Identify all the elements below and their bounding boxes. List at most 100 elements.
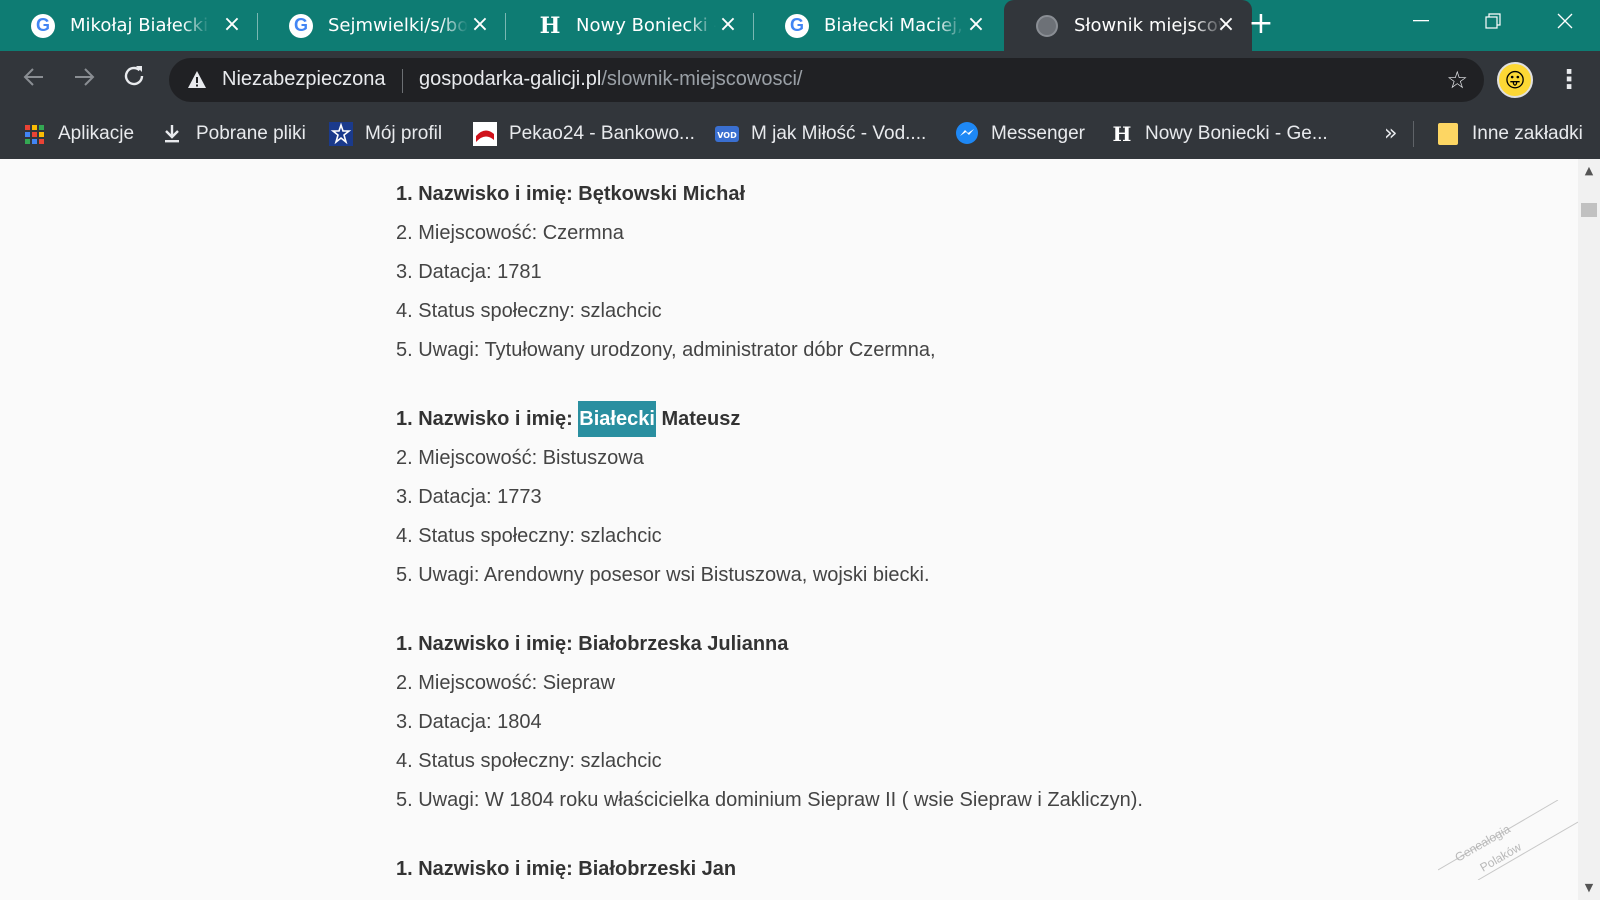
bookmark-nowy-boniecki[interactable]: H Nowy Boniecki - Ge... [1109,109,1328,159]
security-label[interactable]: Niezabezpieczona [222,68,385,91]
scrollbar-thumb[interactable] [1581,203,1597,217]
back-button[interactable] [17,63,51,97]
pekao-icon [473,122,497,146]
tab-3[interactable]: H Nowy Boniecki - G × [506,0,754,51]
bookmark-label: Pekao24 - Bankowo... [509,123,695,144]
restore-button[interactable] [1458,0,1528,42]
menu-dots-icon[interactable]: ⋮ [1556,63,1582,97]
minimize-icon [1413,20,1429,22]
tab-title: Sejmwielki/s/boni [328,15,468,36]
messenger-icon [955,122,979,146]
bookmark-label: Inne zakładki [1472,123,1583,144]
tab-title: Nowy Boniecki - G [576,15,716,36]
close-window-button[interactable] [1530,0,1600,42]
bookmark-messenger[interactable]: Messenger [955,109,1085,159]
profile-badge-icon [329,122,353,146]
reload-icon [124,66,144,86]
close-tab-icon[interactable]: × [220,13,244,37]
apps-grid-icon [22,122,46,146]
tab-5-active[interactable]: Słownik miejscow × [1004,0,1252,51]
entry-notes: 5. Uwagi: W 1804 roku właścicielka domin… [396,789,1143,811]
entry-name: 1. Nazwisko i imię: Bętkowski Michał [396,183,746,205]
url-text[interactable]: gospodarka-galicji.pl/slownik-miejscowos… [419,68,802,91]
h-site-icon: H [539,12,561,39]
globe-icon [1034,13,1060,39]
vod-icon: VOD [715,122,739,146]
bookmark-apps[interactable]: Aplikacje [22,109,134,159]
entry-date: 3. Datacja: 1804 [396,711,542,733]
profile-avatar[interactable]: 😛 [1497,62,1533,98]
bookmark-label: Messenger [991,123,1085,144]
tab-strip: G Mikołaj Białecki z × G Sejmwielki/s/bo… [0,0,1600,51]
close-icon [1557,13,1573,29]
entry-status: 4. Status społeczny: szlachcic [396,300,662,322]
scroll-up-arrow-icon[interactable]: ▲ [1578,161,1600,181]
entry-status: 4. Status społeczny: szlachcic [396,750,662,772]
folder-icon [1436,122,1460,146]
genealogia-watermark: Genealogia Polaków [1438,800,1578,880]
entry-place: 2. Miejscowość: Bistuszowa [396,447,644,469]
page-viewport: 1. Nazwisko i imię: Bętkowski Michał 2. … [0,159,1578,900]
address-bar[interactable]: Niezabezpieczona gospodarka-galicji.pl/s… [169,58,1484,102]
close-tab-icon[interactable]: × [964,13,988,37]
bookmark-label: Nowy Boniecki - Ge... [1145,123,1328,144]
bookmark-label: Pobrane pliki [196,123,306,144]
entry-status: 4. Status społeczny: szlachcic [396,525,662,547]
google-icon: G [784,13,810,39]
bookmark-other-folder[interactable]: Inne zakładki [1436,109,1583,159]
download-icon [160,122,184,146]
entry-name: 1. Nazwisko i imię: Białobrzeska Juliann… [396,633,789,655]
url-host: gospodarka-galicji.pl [419,68,602,90]
entry-name: 1. Nazwisko i imię: Białecki Mateusz [396,400,1296,439]
tab-title: Białecki Maciej, w [824,15,964,36]
bookmarks-bar: Aplikacje Pobrane pliki Mój profil Pekao… [0,109,1600,159]
close-tab-icon[interactable]: × [468,13,492,37]
bookmark-my-profile[interactable]: Mój profil [329,109,442,159]
minimize-button[interactable] [1386,0,1456,42]
entry-date: 3. Datacja: 1781 [396,261,542,283]
bookmark-m-jak-milosc[interactable]: VOD M jak Miłość - Vod.... [715,109,926,159]
dictionary-list: 1. Nazwisko i imię: Bętkowski Michał 2. … [396,175,1296,900]
warning-icon[interactable] [187,70,207,90]
close-tab-icon[interactable]: × [1214,13,1238,37]
bookmark-downloads[interactable]: Pobrane pliki [160,109,306,159]
bookmark-label: M jak Miłość - Vod.... [751,123,927,144]
scroll-down-arrow-icon[interactable]: ▼ [1578,878,1600,898]
entry-place: 2. Miejscowość: Czermna [396,222,624,244]
bookmark-star-icon[interactable]: ☆ [1446,66,1468,94]
new-tab-button[interactable]: + [1246,9,1276,40]
entry: 1. Nazwisko i imię: Bętkowski Michał 2. … [396,175,1296,370]
bookmarks-overflow-button[interactable]: » [1384,121,1397,146]
tab-4[interactable]: G Białecki Maciej, w × [754,0,1002,51]
reload-button[interactable] [117,63,151,97]
bookmark-label: Mój profil [365,123,443,144]
entry: 1. Nazwisko i imię: Białobrzeski Jan [396,850,1296,889]
entry: 1. Nazwisko i imię: Białecki Mateusz 2. … [396,400,1296,595]
bookmark-label: Aplikacje [58,123,135,144]
search-highlight: Białecki [578,401,656,437]
url-path: /slownik-miejscowosci/ [601,68,803,90]
bookmark-pekao24[interactable]: Pekao24 - Bankowo... [473,109,695,159]
url-divider [402,69,403,93]
tab-title: Słownik miejscow [1074,15,1224,36]
entry-notes: 5. Uwagi: Tytułowany urodzony, administr… [396,339,936,361]
browser-toolbar: Niezabezpieczona gospodarka-galicji.pl/s… [0,51,1600,109]
svg-text:VOD: VOD [717,131,737,140]
entry-notes: 5. Uwagi: Arendowny posesor wsi Bistuszo… [396,564,930,586]
google-icon: G [30,13,56,39]
tab-title: Mikołaj Białecki z [70,15,210,36]
arrow-right-icon [75,68,95,86]
bookmarks-divider [1413,121,1414,147]
tab-2[interactable]: G Sejmwielki/s/boni × [258,0,506,51]
tab-1[interactable]: G Mikołaj Białecki z × [0,0,258,51]
google-icon: G [288,13,314,39]
entry-date: 3. Datacja: 1773 [396,486,542,508]
h-site-icon: H [1112,122,1132,146]
entry-place: 2. Miejscowość: Siepraw [396,672,615,694]
vertical-scrollbar[interactable]: ▲ ▼ [1578,159,1600,900]
close-tab-icon[interactable]: × [716,13,740,37]
forward-button[interactable] [67,63,101,97]
entry-name: 1. Nazwisko i imię: Białobrzeski Jan [396,858,737,880]
entry: 1. Nazwisko i imię: Białobrzeska Juliann… [396,625,1296,820]
arrow-left-icon [23,68,43,86]
